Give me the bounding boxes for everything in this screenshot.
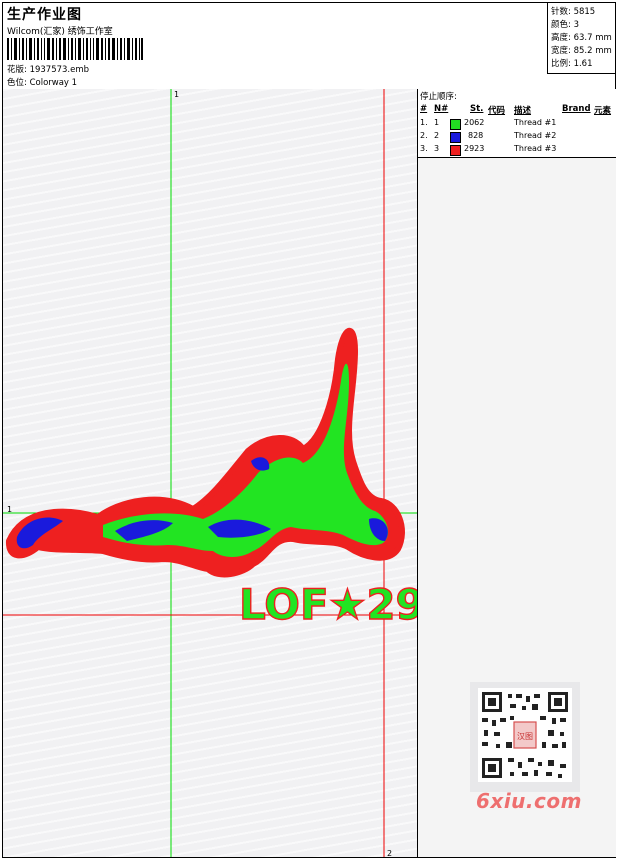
design-width: 宽度: 85.2 mm (551, 46, 612, 56)
barcode-icon (7, 38, 143, 60)
stats-box: 针数: 5815 颜色: 3 高度: 63.7 mm 宽度: 85.2 mm 比… (547, 3, 616, 74)
row-number: 2 (434, 131, 440, 140)
thread-color-swatch (450, 119, 461, 130)
qr-code-icon: 汉图 (470, 682, 580, 792)
row-index: 2. (420, 131, 428, 140)
design-lettering: LOF★29 (239, 580, 417, 629)
colorway-label: 色位: Colorway 1 (7, 78, 78, 88)
stop-sequence-title: 停止顺序: (420, 92, 457, 102)
stop-sequence-table: 停止顺序: # N# St. 代码 描述 Brand 元素 1. 1 2062 … (418, 89, 616, 158)
stitch-count: 针数: 5815 (551, 7, 596, 17)
row-stitches: 828 (468, 131, 484, 140)
header-left: 生产作业图 Wilcom(汇家) 绣饰工作室 花版: 1937573.emb 色… (3, 3, 547, 89)
guide-label-1: 1 (174, 90, 180, 99)
row-number: 3 (434, 144, 440, 153)
row-number: 1 (434, 118, 440, 127)
studio-subtitle: Wilcom(汇家) 绣饰工作室 (7, 27, 113, 37)
row-index: 1. (420, 118, 428, 127)
design-height: 高度: 63.7 mm (551, 33, 612, 43)
thread-color-swatch (450, 145, 461, 156)
qr-stamp-text: 汉图 (517, 732, 533, 741)
row-stitches: 2062 (464, 118, 485, 127)
row-description: Thread #2 (514, 131, 557, 140)
color-count: 颜色: 3 (551, 20, 579, 30)
row-index: 3. (420, 144, 428, 153)
design-preview-canvas: LOF★29 1 1 2 (3, 89, 417, 858)
thread-color-swatch (450, 132, 461, 143)
col-brand: Brand (562, 104, 591, 114)
table-row: 2. 2 828 Thread #2 (418, 131, 616, 144)
col-element: 元素 (594, 106, 612, 116)
table-row: 1. 1 2062 Thread #1 (418, 118, 616, 131)
site-watermark: 6xiu.com (476, 789, 582, 813)
row-description: Thread #1 (514, 118, 557, 127)
guide-label-h1: 1 (7, 505, 13, 514)
col-hash: # (420, 104, 428, 114)
design-file-label: 花版: 1937573.emb (7, 65, 90, 75)
guide-label-2: 2 (387, 849, 393, 858)
col-code: 代码 (488, 106, 506, 116)
row-stitches: 2923 (464, 144, 485, 153)
table-row: 3. 3 2923 Thread #3 (418, 144, 616, 157)
col-description: 描述 (514, 106, 532, 116)
row-description: Thread #3 (514, 144, 557, 153)
col-stitches: St. (470, 104, 484, 114)
page-title: 生产作业图 (7, 7, 82, 23)
design-scale: 比例: 1.61 (551, 59, 593, 69)
col-number: N# (434, 104, 449, 114)
embroidery-design: LOF★29 (3, 89, 417, 857)
header: 生产作业图 Wilcom(汇家) 绣饰工作室 花版: 1937573.emb 色… (3, 3, 616, 90)
